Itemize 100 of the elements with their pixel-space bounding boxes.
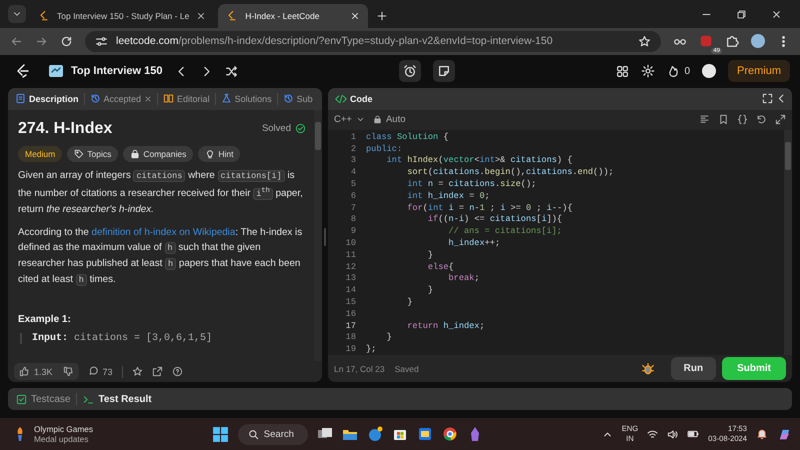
settings-icon[interactable] — [641, 64, 656, 78]
fullscreen-icon[interactable] — [762, 93, 773, 104]
reload-icon[interactable] — [60, 34, 73, 48]
console-tab[interactable]: Testcase — [16, 394, 70, 404]
puzzle-icon[interactable] — [725, 34, 739, 48]
line-number: 12 — [344, 262, 357, 272]
book-icon — [163, 93, 174, 104]
star-icon[interactable] — [638, 34, 651, 48]
problem-title: 274. H-Index — [18, 120, 112, 138]
format-icon[interactable] — [699, 114, 710, 126]
panel-tab[interactable]: Solutions — [218, 91, 274, 106]
tag-button[interactable]: Companies — [123, 146, 194, 162]
braces-icon[interactable] — [737, 114, 748, 126]
check-circle-icon — [295, 123, 306, 134]
news-widget[interactable]: Olympic Games Medal updates — [12, 424, 94, 444]
tag-icon — [74, 148, 84, 159]
code-line: sort(citations.begin(),citations.end()); — [406, 167, 614, 178]
streak-counter[interactable]: 0 — [667, 64, 690, 78]
flame-icon — [667, 64, 680, 78]
line-number: 15 — [344, 296, 357, 307]
line-number: 8 — [350, 214, 357, 224]
profile-avatar[interactable] — [702, 64, 716, 78]
scrollbar[interactable] — [784, 130, 792, 355]
line-number: 10 — [344, 238, 357, 248]
code-line: // ans = citations[i]; — [448, 226, 562, 236]
new-tab-icon[interactable] — [376, 10, 388, 22]
line-number: 18 — [344, 332, 357, 342]
like-button[interactable]: 1.3K — [14, 363, 58, 380]
back-arrow-icon[interactable] — [10, 34, 23, 48]
taskbar-search[interactable]: Search — [238, 424, 308, 444]
close-icon[interactable] — [350, 10, 360, 21]
shuffle-icon[interactable] — [224, 64, 238, 78]
code-line: int n = citations.size(); — [406, 178, 536, 189]
widget-title: Olympic Games — [34, 424, 94, 434]
star-icon[interactable] — [132, 366, 143, 377]
tag-button[interactable]: Hint — [198, 146, 240, 162]
expand-icon[interactable] — [775, 114, 786, 126]
bookmark-icon[interactable] — [718, 114, 729, 126]
code-line: int hIndex(vector<int>& citations) { — [386, 155, 572, 166]
browser-icon[interactable] — [442, 426, 458, 442]
line-number: 16 — [344, 308, 357, 319]
grid-icon[interactable] — [616, 64, 630, 78]
address-bar[interactable]: leetcode.com/problems/h-index/description/?envType=study-plan-v2&envId=top-interview-150 — [85, 30, 661, 52]
close-icon[interactable] — [196, 10, 206, 21]
run-button[interactable]: Run — [670, 357, 716, 380]
undo-icon[interactable] — [756, 114, 767, 126]
tag-button[interactable]: Topics — [67, 146, 118, 162]
alarm-clock-icon — [402, 64, 417, 78]
note-icon — [436, 64, 451, 78]
history-icon — [90, 93, 101, 104]
line-number: 14 — [344, 285, 357, 296]
line-number: 9 — [350, 226, 357, 236]
line-number: 11 — [344, 250, 357, 260]
line-number: 1 — [350, 132, 357, 142]
console-tab[interactable]: Test Result — [83, 394, 152, 404]
line-number: 19 — [344, 344, 357, 354]
language-dropdown[interactable]: C++ — [334, 114, 365, 126]
close-icon[interactable] — [144, 94, 152, 103]
help-icon[interactable] — [172, 366, 183, 377]
bell-icon[interactable] — [756, 428, 768, 440]
panel-tab[interactable]: Accepted — [88, 91, 154, 106]
notes-button[interactable] — [432, 60, 455, 82]
flask-icon — [220, 93, 232, 104]
code-line: if((n-i) <= citations[i]){ — [426, 214, 562, 224]
panel-tab[interactable]: Description — [13, 91, 81, 106]
premium-button[interactable]: Premium — [728, 60, 790, 82]
auto-mode-toggle[interactable]: Auto — [372, 114, 406, 126]
restore-icon[interactable] — [736, 8, 747, 20]
comment-icon — [88, 366, 99, 377]
code-logo-icon — [38, 10, 50, 22]
calendar-app-icon[interactable] — [416, 426, 433, 442]
wikipedia-link[interactable]: definition of h-index on Wikipedia — [92, 226, 236, 238]
line-number: 4 — [350, 167, 357, 178]
debugger-bug-icon[interactable] — [640, 362, 655, 376]
code-line: int h_index = 0; — [406, 190, 490, 201]
code-tab[interactable]: Code — [333, 90, 374, 107]
url-text: leetcode.com/problems/h-index/description/?envType=study-plan-v2&envId=top-interview-150 — [116, 35, 553, 48]
site-settings-icon[interactable] — [95, 34, 108, 48]
battery-icon[interactable] — [687, 428, 700, 440]
line-number: 6 — [350, 190, 357, 201]
close-icon[interactable] — [771, 8, 782, 20]
wifi-icon[interactable] — [647, 428, 658, 440]
browser-tab[interactable]: Top Interview 150 - Study Plan - Le — [30, 4, 214, 28]
code-line: class Solution { — [366, 132, 449, 142]
timer-button[interactable] — [398, 60, 421, 82]
study-plan-link[interactable]: Top Interview 150 — [48, 63, 162, 80]
panel-tab[interactable]: Editorial — [161, 91, 212, 106]
comments-button[interactable]: 73 — [88, 366, 113, 377]
share-icon[interactable] — [152, 366, 163, 377]
code-line: break; — [448, 273, 480, 284]
problem-paragraph: According to the definition of h-index on Wikipedia: The h-index is defined as the maximum value of h such that the given researcher has published at least h papers that have each been cited at least h times. — [18, 226, 304, 288]
windows-start-icon[interactable] — [212, 426, 229, 442]
line-number: 3 — [350, 155, 357, 166]
forward-arrow-icon[interactable] — [35, 34, 48, 48]
code-line: } — [426, 250, 434, 260]
browser-tab[interactable]: H-Index - LeetCode — [218, 4, 368, 28]
scrollbar[interactable] — [314, 110, 322, 361]
panel-tab[interactable]: Sub — [280, 91, 315, 106]
history-icon — [282, 93, 294, 104]
volume-icon[interactable] — [667, 428, 678, 440]
